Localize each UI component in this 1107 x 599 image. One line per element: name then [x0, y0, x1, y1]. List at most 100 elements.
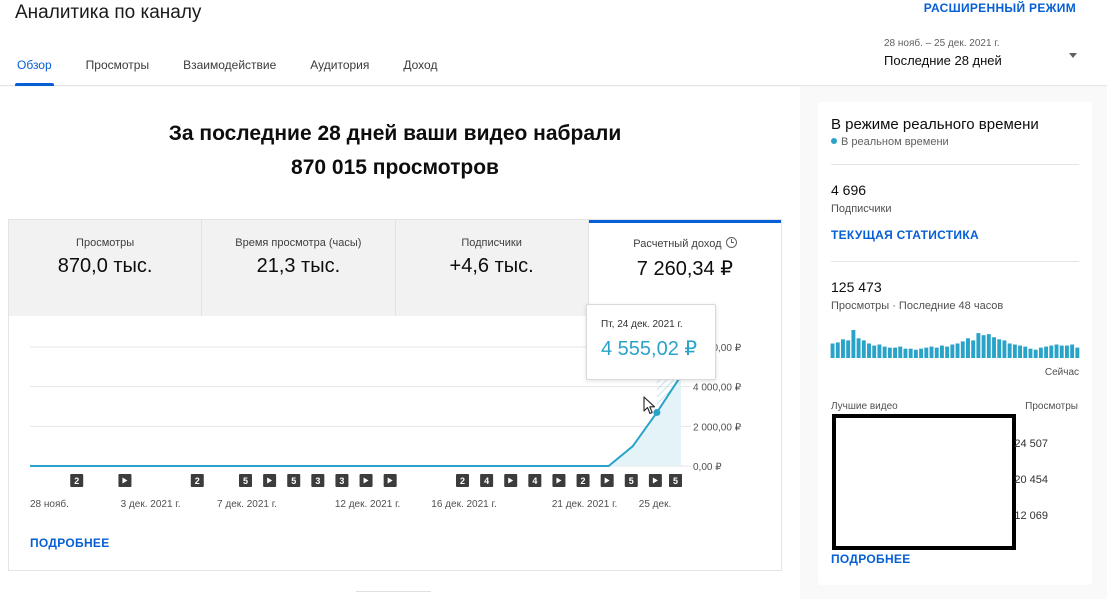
tab-engagement[interactable]: Взаимодействие — [166, 48, 293, 86]
dropdown-arrow-icon — [1069, 53, 1077, 58]
tab-revenue[interactable]: Доход — [386, 48, 454, 86]
realtime-title: В режиме реального времени — [831, 116, 1039, 133]
upload-marker — [118, 474, 132, 487]
metric-value: 21,3 тыс. — [256, 255, 341, 277]
divider — [831, 164, 1079, 165]
period-label: Последние 28 дней — [884, 53, 1002, 68]
overview-headline: За последние 28 дней ваши видео набрали … — [0, 117, 790, 185]
subscribers-count: 4 696 — [831, 182, 867, 198]
hourly-view-bar — [1033, 349, 1038, 358]
hourly-view-bar — [1002, 340, 1007, 358]
top-videos-more-link[interactable]: ПОДРОБНЕЕ — [831, 552, 911, 566]
upload-marker-label: 2 — [581, 476, 586, 486]
hourly-view-bar — [903, 348, 908, 358]
bottom-edge-element — [356, 591, 431, 599]
tab-views[interactable]: Просмотры — [69, 48, 166, 86]
headline-line-1: За последние 28 дней ваши видео набрали — [168, 122, 622, 145]
tab-overview[interactable]: Обзор — [0, 48, 69, 86]
hourly-view-bar — [960, 341, 965, 358]
hourly-view-bar — [898, 346, 903, 358]
metric-label: Подписчики — [461, 237, 522, 249]
hourly-view-bar — [971, 340, 976, 358]
top-video-views: 20 454 — [1014, 474, 1048, 486]
x-tick-label: 25 дек. — [639, 499, 671, 510]
hourly-view-bar — [1059, 345, 1064, 358]
views-48h-label: Просмотры · Последние 48 часов — [831, 300, 1004, 312]
divider — [831, 261, 1079, 262]
hourly-view-bar — [997, 339, 1002, 358]
x-tick-label: 28 нояб. — [30, 498, 69, 510]
y-tick-label: 2 000,00 ₽ — [693, 422, 742, 433]
upload-marker — [648, 474, 662, 487]
now-label: Сейчас — [1044, 367, 1079, 378]
hourly-view-bar — [1012, 344, 1017, 358]
x-tick-label: 7 дек. 2021 г. — [217, 499, 277, 510]
metric-value: 7 260,34 ₽ — [636, 258, 733, 280]
metric-views[interactable]: Просмотры 870,0 тыс. — [9, 220, 203, 316]
hourly-view-bar — [966, 338, 970, 358]
hourly-view-bar — [1018, 345, 1023, 358]
upload-marker — [600, 474, 614, 487]
hourly-view-bar — [1028, 348, 1033, 358]
upload-marker: 2 — [70, 474, 84, 487]
tab-bar: Обзор Просмотры Взаимодействие Аудитория… — [0, 48, 454, 86]
upload-marker — [383, 474, 397, 487]
more-details-link[interactable]: ПОДРОБНЕЕ — [30, 536, 110, 550]
redacted-video-list — [832, 414, 1016, 550]
upload-marker-label: 2 — [460, 476, 465, 486]
upload-marker-label: 4 — [484, 476, 489, 486]
metric-label: Время просмотра (часы) — [235, 237, 362, 249]
upload-marker-label: 5 — [629, 476, 634, 486]
current-stats-link[interactable]: ТЕКУЩАЯ СТАТИСТИКА — [831, 228, 979, 242]
hourly-view-bar — [934, 347, 939, 358]
metric-subscribers[interactable]: Подписчики +4,6 тыс. — [395, 220, 589, 316]
hourly-view-bar — [1070, 344, 1075, 358]
clock-icon — [725, 237, 737, 248]
series-line — [30, 375, 682, 467]
hourly-view-bar — [861, 340, 866, 358]
upload-marker: 4 — [528, 474, 542, 487]
metric-revenue[interactable]: Расчетный доход 7 260,34 ₽ — [588, 220, 781, 316]
hourly-views-bar-chart — [830, 330, 1080, 358]
tooltip-value: 4 555,02 ₽ — [601, 338, 698, 360]
x-tick-label: 16 дек. 2021 г. — [431, 499, 496, 510]
hourly-view-bar — [867, 343, 871, 358]
hourly-view-bar — [1049, 345, 1054, 358]
top-videos-header: Лучшие видео — [831, 401, 898, 412]
upload-marker: 3 — [335, 474, 349, 487]
metrics-card: Просмотры 870,0 тыс. Время просмотра (ча… — [8, 219, 782, 571]
hourly-view-bar — [893, 347, 898, 358]
upload-marker: 4 — [480, 474, 494, 487]
hourly-view-bar — [986, 334, 991, 358]
y-tick-label: 4 000,00 ₽ — [693, 383, 742, 394]
hourly-view-bar — [955, 343, 960, 358]
upload-marker: 2 — [456, 474, 469, 487]
hourly-view-bar — [919, 348, 924, 358]
hourly-view-bar — [913, 349, 918, 358]
hourly-view-bar — [1064, 345, 1069, 358]
hourly-view-bar — [877, 344, 882, 358]
hourly-view-bar — [1044, 346, 1049, 358]
upload-marker-label: 5 — [291, 476, 296, 486]
metric-label-text: Расчетный доход — [633, 238, 722, 250]
upload-marker — [504, 474, 518, 487]
live-dot-icon — [831, 138, 837, 144]
upload-marker: 5 — [624, 474, 638, 487]
metric-tabs: Просмотры 870,0 тыс. Время просмотра (ча… — [9, 220, 781, 316]
series-area — [30, 375, 681, 466]
advanced-mode-link[interactable]: РАСШИРЕННЫЙ РЕЖИМ — [924, 1, 1076, 15]
upload-marker — [263, 474, 277, 487]
hourly-view-bar — [1023, 346, 1028, 358]
hourly-view-bar — [851, 330, 856, 358]
upload-marker: 5 — [287, 474, 301, 487]
metric-watch-time[interactable]: Время просмотра (часы) 21,3 тыс. — [202, 220, 396, 316]
tab-audience[interactable]: Аудитория — [293, 48, 386, 86]
upload-marker-label: 3 — [315, 476, 320, 486]
upload-marker-label: 5 — [243, 476, 248, 486]
period-selector[interactable]: 28 нояб. – 25 дек. 2021 г. Последние 28 … — [884, 38, 1084, 68]
mouse-cursor-icon — [643, 396, 656, 415]
hourly-view-bar — [939, 345, 944, 358]
upload-marker: 3 — [311, 474, 325, 487]
hourly-view-bar — [908, 348, 913, 358]
hourly-view-bar — [872, 345, 877, 358]
